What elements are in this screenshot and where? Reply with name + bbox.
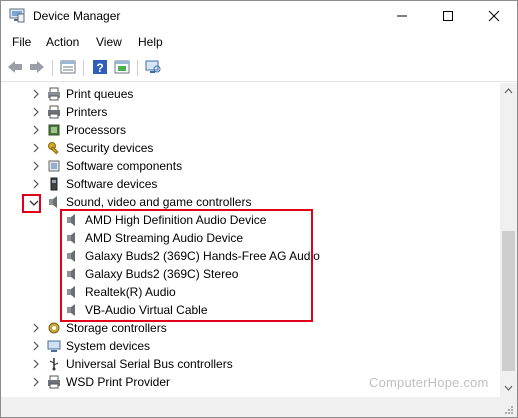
speaker-icon bbox=[49, 196, 57, 208]
toolbar-separator bbox=[83, 60, 84, 76]
chevron-right-icon[interactable] bbox=[31, 161, 41, 171]
resize-grip-icon[interactable] bbox=[504, 405, 514, 415]
forward-arrow-icon[interactable] bbox=[28, 58, 46, 76]
security-key-icon bbox=[48, 142, 59, 155]
window-title: Device Manager bbox=[33, 9, 121, 23]
minimize-icon bbox=[397, 15, 407, 17]
processor-icon bbox=[48, 124, 60, 136]
properties-icon[interactable] bbox=[59, 58, 77, 76]
tree-label: Universal Serial Bus controllers bbox=[66, 357, 233, 371]
chevron-right-icon[interactable] bbox=[31, 341, 41, 351]
chevron-right-icon[interactable] bbox=[31, 179, 41, 189]
chevron-right-icon[interactable] bbox=[31, 359, 41, 369]
close-icon bbox=[488, 10, 500, 22]
tree-label: Processors bbox=[66, 123, 127, 137]
tree-item-usb-controllers[interactable]: Universal Serial Bus controllers bbox=[4, 355, 498, 373]
title-bar: Device Manager bbox=[1, 1, 517, 31]
tree-item-security-devices[interactable]: Security devices bbox=[4, 139, 498, 157]
tree-label: Software devices bbox=[66, 177, 158, 191]
tree-item-software-components[interactable]: Software components bbox=[4, 157, 498, 175]
usb-icon bbox=[49, 358, 59, 371]
print-queue-icon bbox=[48, 87, 60, 101]
close-button[interactable] bbox=[471, 1, 517, 31]
status-bar bbox=[1, 397, 517, 417]
tree-label: WSD Print Provider bbox=[66, 375, 171, 389]
watermark: ComputerHope.com bbox=[369, 375, 489, 390]
maximize-button[interactable] bbox=[425, 1, 471, 31]
menu-view[interactable]: View bbox=[96, 35, 122, 49]
menu-help[interactable]: Help bbox=[138, 35, 163, 49]
svg-text:?: ? bbox=[96, 61, 103, 75]
help-icon[interactable]: ? bbox=[91, 58, 109, 76]
menu-file[interactable]: File bbox=[12, 35, 31, 49]
software-component-icon bbox=[48, 160, 60, 172]
printer-icon bbox=[48, 105, 60, 119]
system-device-icon bbox=[47, 340, 61, 352]
tree-label: Storage controllers bbox=[66, 321, 167, 335]
scroll-up-arrow-icon[interactable] bbox=[504, 87, 513, 96]
storage-controller-icon bbox=[48, 322, 60, 334]
menu-bar: File Action View Help bbox=[1, 32, 517, 52]
chevron-right-icon[interactable] bbox=[31, 125, 41, 135]
tree-label: Print queues bbox=[66, 87, 134, 101]
highlight-expand-toggle bbox=[22, 194, 41, 213]
menu-action[interactable]: Action bbox=[46, 35, 79, 49]
software-device-icon bbox=[50, 177, 58, 191]
scrollbar-thumb[interactable] bbox=[502, 231, 515, 371]
tree-label: System devices bbox=[66, 339, 151, 353]
chevron-right-icon[interactable] bbox=[31, 89, 41, 99]
tree-item-printers[interactable]: Printers bbox=[4, 103, 498, 121]
update-driver-icon[interactable] bbox=[113, 58, 131, 76]
device-manager-window: Device Manager File Action View Help ? P… bbox=[0, 0, 518, 418]
chevron-right-icon[interactable] bbox=[31, 377, 41, 387]
toolbar: ? bbox=[1, 54, 517, 82]
tree-label: Sound, video and game controllers bbox=[66, 195, 252, 209]
vertical-scrollbar[interactable] bbox=[500, 83, 517, 397]
wsd-printer-icon bbox=[48, 375, 60, 389]
highlight-audio-devices bbox=[60, 209, 313, 322]
scroll-down-arrow-icon[interactable] bbox=[504, 383, 513, 392]
back-arrow-icon[interactable] bbox=[6, 58, 24, 76]
chevron-right-icon[interactable] bbox=[31, 143, 41, 153]
scan-hardware-icon[interactable] bbox=[144, 58, 162, 76]
tree-label: Printers bbox=[66, 105, 108, 119]
tree-label: Software components bbox=[66, 159, 183, 173]
minimize-button[interactable] bbox=[379, 1, 425, 31]
device-manager-icon bbox=[9, 8, 25, 23]
chevron-right-icon[interactable] bbox=[31, 323, 41, 333]
toolbar-separator bbox=[137, 60, 138, 76]
tree-item-print-queues[interactable]: Print queues bbox=[4, 85, 498, 103]
tree-item-system-devices[interactable]: System devices bbox=[4, 337, 498, 355]
toolbar-separator bbox=[52, 60, 53, 76]
maximize-icon bbox=[443, 11, 453, 21]
tree-label: Security devices bbox=[66, 141, 154, 155]
chevron-right-icon[interactable] bbox=[31, 107, 41, 117]
tree-item-software-devices[interactable]: Software devices bbox=[4, 175, 498, 193]
tree-item-processors[interactable]: Processors bbox=[4, 121, 498, 139]
